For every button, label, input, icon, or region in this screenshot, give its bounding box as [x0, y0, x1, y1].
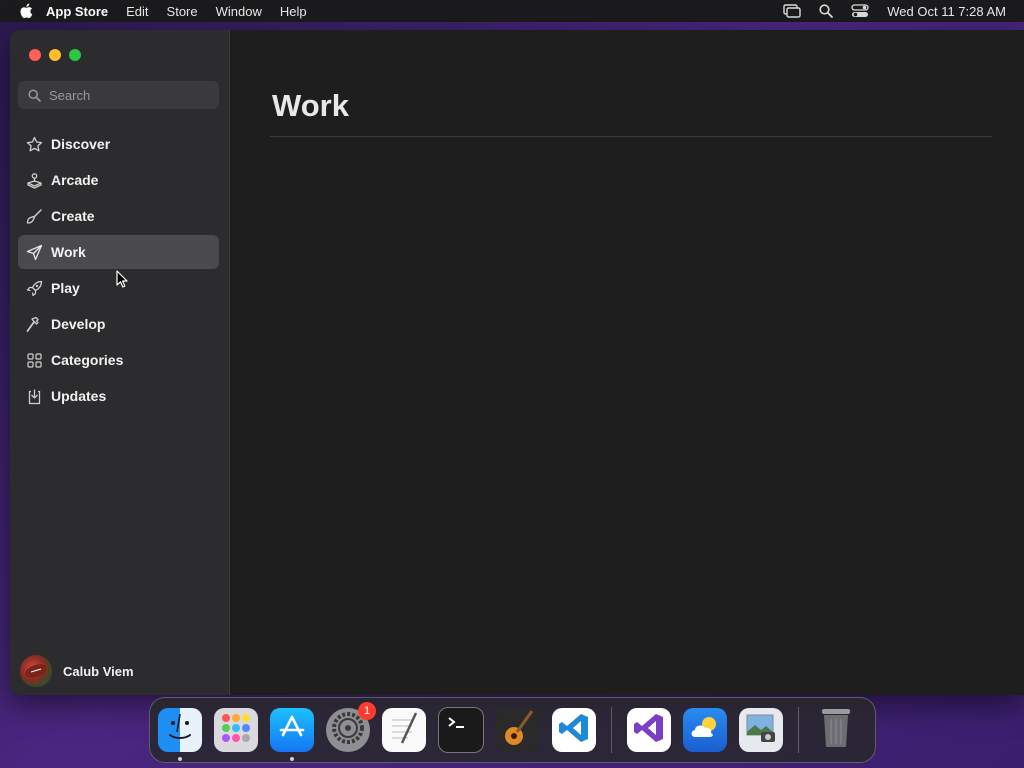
sidebar-item-label: Categories: [51, 352, 124, 368]
download-icon: [25, 387, 43, 405]
search-placeholder: Search: [49, 87, 91, 103]
visual-studio-icon: [632, 711, 666, 750]
sidebar: Search Discover Arcade Create Work Play …: [10, 30, 230, 695]
sidebar-item-label: Develop: [51, 316, 106, 332]
dock-visual-studio[interactable]: [627, 708, 671, 752]
dock-terminal[interactable]: [438, 707, 484, 753]
search-field[interactable]: Search: [18, 81, 219, 109]
sidebar-item-label: Discover: [51, 136, 111, 152]
paintbrush-icon: [25, 207, 43, 225]
control-center-icon[interactable]: [851, 4, 869, 18]
menu-window[interactable]: Window: [216, 4, 262, 19]
dock-weather[interactable]: [683, 708, 727, 752]
menu-help[interactable]: Help: [280, 4, 307, 19]
app-store-icon: [277, 713, 307, 748]
dock-launchpad[interactable]: [214, 708, 258, 752]
guitar-icon: [500, 708, 536, 753]
close-window-button[interactable]: [29, 49, 41, 61]
title-divider: [270, 136, 992, 137]
dock-separator: [611, 707, 612, 753]
dock-separator: [798, 707, 799, 753]
zoom-window-button[interactable]: [69, 49, 81, 61]
dock: 1: [149, 697, 876, 763]
weather-icon: [687, 713, 723, 748]
dock-preview[interactable]: [739, 708, 783, 752]
grid-icon: [25, 351, 43, 369]
sidebar-item-updates[interactable]: Updates: [18, 379, 219, 413]
sidebar-item-develop[interactable]: Develop: [18, 307, 219, 341]
window-controls: [29, 49, 89, 61]
hammer-icon: [25, 315, 43, 333]
sidebar-item-create[interactable]: Create: [18, 199, 219, 233]
trash-icon: [818, 706, 854, 755]
star-icon: [25, 135, 43, 153]
avatar[interactable]: [20, 655, 52, 687]
menubar-status-area: Wed Oct 11 7:28 AM: [783, 4, 1024, 19]
dock-garageband[interactable]: [496, 708, 540, 752]
sidebar-item-categories[interactable]: Categories: [18, 343, 219, 377]
preview-icon: [743, 710, 779, 751]
account-name: Calub Viem: [63, 663, 134, 679]
sidebar-item-label: Work: [51, 244, 86, 260]
spotlight-search-icon[interactable]: [819, 4, 834, 18]
vscode-icon: [557, 711, 591, 750]
textedit-icon: [386, 710, 422, 751]
dock-vscode[interactable]: [552, 708, 596, 752]
paperplane-icon: [25, 243, 43, 261]
sidebar-item-label: Arcade: [51, 172, 99, 188]
screen-mirroring-icon[interactable]: [783, 4, 801, 18]
sidebar-item-work[interactable]: Work: [18, 235, 219, 269]
dock-system-settings[interactable]: 1: [326, 702, 376, 752]
dock-textedit[interactable]: [382, 708, 426, 752]
notification-badge: 1: [358, 702, 376, 720]
joystick-icon: [25, 171, 43, 189]
terminal-icon: [443, 710, 479, 751]
finder-icon: [160, 708, 200, 753]
main-content: Work: [230, 30, 1024, 695]
sidebar-item-label: Create: [51, 208, 95, 224]
launchpad-icon: [218, 710, 254, 751]
menu-edit[interactable]: Edit: [126, 4, 148, 19]
page-title: Work: [272, 88, 349, 123]
sidebar-item-label: Updates: [51, 388, 107, 404]
apple-menu-icon[interactable]: [18, 3, 34, 19]
menu-app-name[interactable]: App Store: [46, 4, 108, 19]
sidebar-item-label: Play: [51, 280, 80, 296]
rocket-icon: [25, 279, 43, 297]
running-indicator: [290, 757, 294, 761]
menubar-clock[interactable]: Wed Oct 11 7:28 AM: [887, 4, 1006, 19]
dock-finder[interactable]: [158, 708, 202, 761]
sidebar-item-arcade[interactable]: Arcade: [18, 163, 219, 197]
search-icon: [28, 88, 41, 102]
sidebar-item-discover[interactable]: Discover: [18, 127, 219, 161]
dock-app-store[interactable]: [270, 708, 314, 761]
dock-trash[interactable]: [814, 708, 858, 752]
running-indicator: [178, 757, 182, 761]
menu-bar: App Store Edit Store Window Help Wed Oct…: [0, 0, 1024, 22]
account-profile[interactable]: Calub Viem: [20, 655, 134, 687]
app-store-window: Search Discover Arcade Create Work Play …: [10, 30, 1024, 695]
mouse-pointer-icon: [116, 270, 128, 293]
minimize-window-button[interactable]: [49, 49, 61, 61]
menu-store[interactable]: Store: [167, 4, 198, 19]
